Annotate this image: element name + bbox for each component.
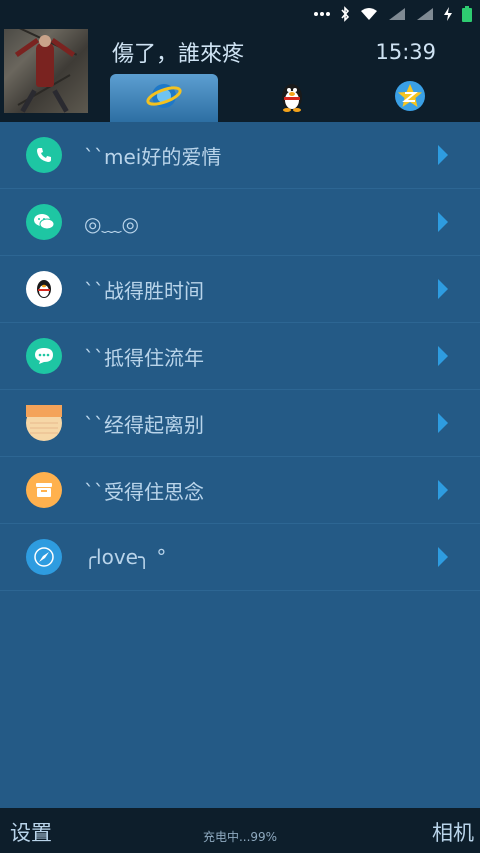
camera-button[interactable]: 相机 [432,817,474,847]
signal-icon [388,7,406,21]
list-item-label: ``mei好的爱情 [84,144,222,169]
wechat-icon [26,204,62,240]
list-item[interactable]: ``mei好的爱情 [0,122,480,189]
bluetooth-icon [340,6,350,22]
avatar[interactable] [4,29,88,113]
bottom-bar: 设置 充电中...99% 相机 [0,808,480,853]
list-item[interactable]: ``经得起离别 [0,390,480,457]
chevron-right-icon [438,279,448,299]
list-item-label: ``战得胜时间 [84,278,204,303]
header: 傷了，誰來疼 15:39 [0,28,480,122]
qq-icon [26,271,62,307]
chevron-right-icon [438,346,448,366]
clock: 15:39 [375,40,436,64]
list-item-label: ``抵得住流年 [84,345,204,370]
chevron-right-icon [438,547,448,567]
list-item-label: ``受得住思念 [84,479,204,504]
tab-qq[interactable] [238,74,346,122]
wifi-icon [360,7,378,21]
files-icon [26,472,62,508]
app-list: ``mei好的爱情 ◎﹏◎ ``战得胜时间 ``抵得住流年 ``经得起离别 `` [0,122,480,591]
battery-icon [462,6,472,22]
chevron-right-icon [438,212,448,232]
ie-browser-icon [146,79,182,117]
chevron-right-icon [438,145,448,165]
chevron-right-icon [438,480,448,500]
phone-icon [26,137,62,173]
compass-icon [26,539,62,575]
list-item[interactable]: ╭love╮ ° [0,524,480,591]
tab-bar [110,74,480,122]
list-item-label: ◎﹏◎ [84,211,139,236]
status-bar [0,0,480,28]
list-item-label: ╭love╮ ° [84,545,167,569]
qq-penguin-icon [278,80,306,116]
signal-icon [416,7,434,21]
qzone-star-icon [394,80,426,116]
notes-icon [26,405,62,441]
tab-browser[interactable] [110,74,218,122]
list-item[interactable]: ``战得胜时间 [0,256,480,323]
list-item-label: ``经得起离别 [84,412,204,437]
charging-icon [444,7,452,21]
list-item[interactable]: ``受得住思念 [0,457,480,524]
charging-status: 充电中...99% [202,830,278,844]
message-icon [26,338,62,374]
list-item[interactable]: ``抵得住流年 [0,323,480,390]
page-title: 傷了，誰來疼 [112,42,245,67]
more-dots-icon [314,11,330,17]
tab-qzone[interactable] [356,74,464,122]
list-item[interactable]: ◎﹏◎ [0,189,480,256]
chevron-right-icon [438,413,448,433]
